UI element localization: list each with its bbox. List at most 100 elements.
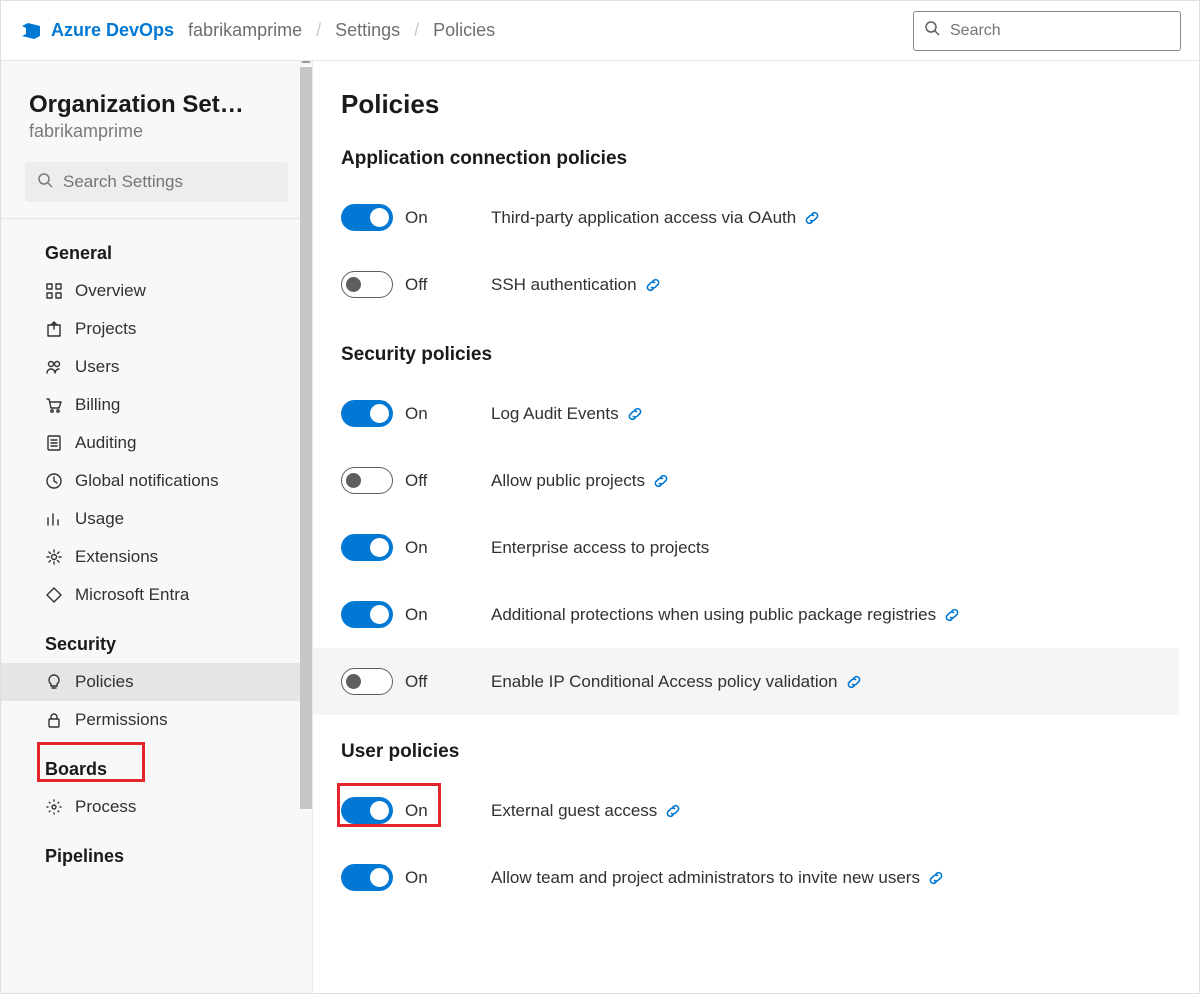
policy-row: On Allow team and project administrators… bbox=[341, 844, 1151, 911]
page-title: Policies bbox=[341, 89, 1151, 120]
toggle-state-label: On bbox=[405, 538, 428, 558]
breadcrumb-settings[interactable]: Settings bbox=[335, 20, 400, 41]
bulb-icon bbox=[45, 673, 63, 691]
link-icon[interactable] bbox=[846, 674, 862, 690]
policy-row: Off SSH authentication bbox=[341, 251, 1151, 318]
sidebar-title: Organization Settin... bbox=[1, 85, 273, 119]
sidebar-item-label: Process bbox=[75, 797, 136, 817]
azure-devops-logo-icon bbox=[19, 19, 43, 43]
link-icon[interactable] bbox=[627, 406, 643, 422]
sidebar-search-input[interactable] bbox=[63, 172, 284, 192]
toggle-state-label: On bbox=[405, 404, 428, 424]
sidebar-item-label: Microsoft Entra bbox=[75, 585, 189, 605]
section-title-sec: Security policies bbox=[341, 344, 1151, 366]
sidebar-item-label: Global notifications bbox=[75, 471, 219, 491]
main-content: Policies Application connection policies… bbox=[313, 61, 1199, 993]
global-search-input[interactable] bbox=[950, 22, 1170, 40]
divider bbox=[1, 218, 312, 219]
sidebar-item-label: Overview bbox=[75, 281, 146, 301]
brand-label: Azure DevOps bbox=[51, 20, 174, 41]
toggle-state-label: On bbox=[405, 868, 428, 888]
link-icon[interactable] bbox=[804, 210, 820, 226]
link-icon[interactable] bbox=[944, 607, 960, 623]
section-title-app: Application connection policies bbox=[341, 148, 1151, 170]
brand[interactable]: Azure DevOps bbox=[19, 19, 174, 43]
clock-icon bbox=[45, 472, 63, 490]
diamond-icon bbox=[45, 586, 63, 604]
policy-row: Off Allow public projects bbox=[341, 447, 1151, 514]
cart-icon bbox=[45, 396, 63, 414]
sidebar-group-general: General bbox=[1, 223, 312, 272]
sidebar-item-global-notifications[interactable]: Global notifications bbox=[1, 462, 312, 500]
policy-label: Log Audit Events bbox=[491, 404, 619, 424]
sidebar-item-permissions[interactable]: Permissions bbox=[1, 701, 312, 739]
sidebar-item-microsoft-entra[interactable]: Microsoft Entra bbox=[1, 576, 312, 614]
policy-label: SSH authentication bbox=[491, 275, 637, 295]
link-icon[interactable] bbox=[928, 870, 944, 886]
toggle-switch[interactable] bbox=[341, 400, 393, 427]
breadcrumb-separator: / bbox=[414, 20, 419, 41]
chart-icon bbox=[45, 510, 63, 528]
toggle-switch[interactable] bbox=[341, 271, 393, 298]
toggle-switch[interactable] bbox=[341, 668, 393, 695]
header: Azure DevOps fabrikamprime / Settings / … bbox=[1, 1, 1199, 61]
policy-label: External guest access bbox=[491, 801, 657, 821]
sidebar-item-extensions[interactable]: Extensions bbox=[1, 538, 312, 576]
sidebar-item-label: Usage bbox=[75, 509, 124, 529]
link-icon[interactable] bbox=[665, 803, 681, 819]
policy-label: Enable IP Conditional Access policy vali… bbox=[491, 672, 838, 692]
sidebar-item-overview[interactable]: Overview bbox=[1, 272, 312, 310]
sidebar-item-label: Policies bbox=[75, 672, 134, 692]
link-icon[interactable] bbox=[653, 473, 669, 489]
toggle-switch[interactable] bbox=[341, 797, 393, 824]
sidebar-item-label: Extensions bbox=[75, 547, 158, 567]
search-icon bbox=[924, 20, 940, 41]
export-icon bbox=[45, 320, 63, 338]
sidebar-scrollbar[interactable] bbox=[300, 67, 312, 809]
sidebar-item-billing[interactable]: Billing bbox=[1, 386, 312, 424]
sidebar-item-label: Users bbox=[75, 357, 119, 377]
toggle-switch[interactable] bbox=[341, 534, 393, 561]
policy-row: On External guest access bbox=[341, 777, 1151, 844]
list-icon bbox=[45, 434, 63, 452]
sidebar-group-boards: Boards bbox=[1, 739, 312, 788]
sidebar-item-projects[interactable]: Projects bbox=[1, 310, 312, 348]
sidebar-group-security: Security bbox=[1, 614, 312, 663]
toggle-switch[interactable] bbox=[341, 204, 393, 231]
toggle-state-label: Off bbox=[405, 275, 427, 295]
sidebar-item-process[interactable]: Process bbox=[1, 788, 312, 826]
global-search[interactable] bbox=[913, 11, 1181, 51]
toggle-switch[interactable] bbox=[341, 601, 393, 628]
breadcrumb-policies[interactable]: Policies bbox=[433, 20, 495, 41]
grid-icon bbox=[45, 282, 63, 300]
toggle-switch[interactable] bbox=[341, 864, 393, 891]
sidebar-item-label: Billing bbox=[75, 395, 120, 415]
section-title-user: User policies bbox=[341, 741, 1151, 763]
toggle-state-label: Off bbox=[405, 471, 427, 491]
policy-label: Additional protections when using public… bbox=[491, 605, 936, 625]
toggle-state-label: Off bbox=[405, 672, 427, 692]
policy-label: Third-party application access via OAuth bbox=[491, 208, 796, 228]
sidebar-item-usage[interactable]: Usage bbox=[1, 500, 312, 538]
policy-label: Allow team and project administrators to… bbox=[491, 868, 920, 888]
breadcrumb-org[interactable]: fabrikamprime bbox=[188, 20, 302, 41]
link-icon[interactable] bbox=[645, 277, 661, 293]
lock-icon bbox=[45, 711, 63, 729]
sidebar-subtitle: fabrikamprime bbox=[1, 119, 312, 156]
scroll-up-icon[interactable] bbox=[301, 61, 311, 63]
sidebar-group-pipelines: Pipelines bbox=[1, 826, 312, 875]
toggle-state-label: On bbox=[405, 208, 428, 228]
sidebar-item-policies[interactable]: Policies bbox=[1, 663, 312, 701]
sidebar: Organization Settin... fabrikamprime Gen… bbox=[1, 61, 313, 993]
policy-row: On Log Audit Events bbox=[341, 380, 1151, 447]
sidebar-item-users[interactable]: Users bbox=[1, 348, 312, 386]
search-icon bbox=[37, 172, 53, 193]
policy-row: On Additional protections when using pub… bbox=[341, 581, 1151, 648]
toggle-switch[interactable] bbox=[341, 467, 393, 494]
sidebar-search[interactable] bbox=[25, 162, 288, 202]
breadcrumb: fabrikamprime / Settings / Policies bbox=[188, 20, 495, 41]
toggle-state-label: On bbox=[405, 605, 428, 625]
policy-row: Off Enable IP Conditional Access policy … bbox=[313, 648, 1179, 715]
users-icon bbox=[45, 358, 63, 376]
sidebar-item-auditing[interactable]: Auditing bbox=[1, 424, 312, 462]
